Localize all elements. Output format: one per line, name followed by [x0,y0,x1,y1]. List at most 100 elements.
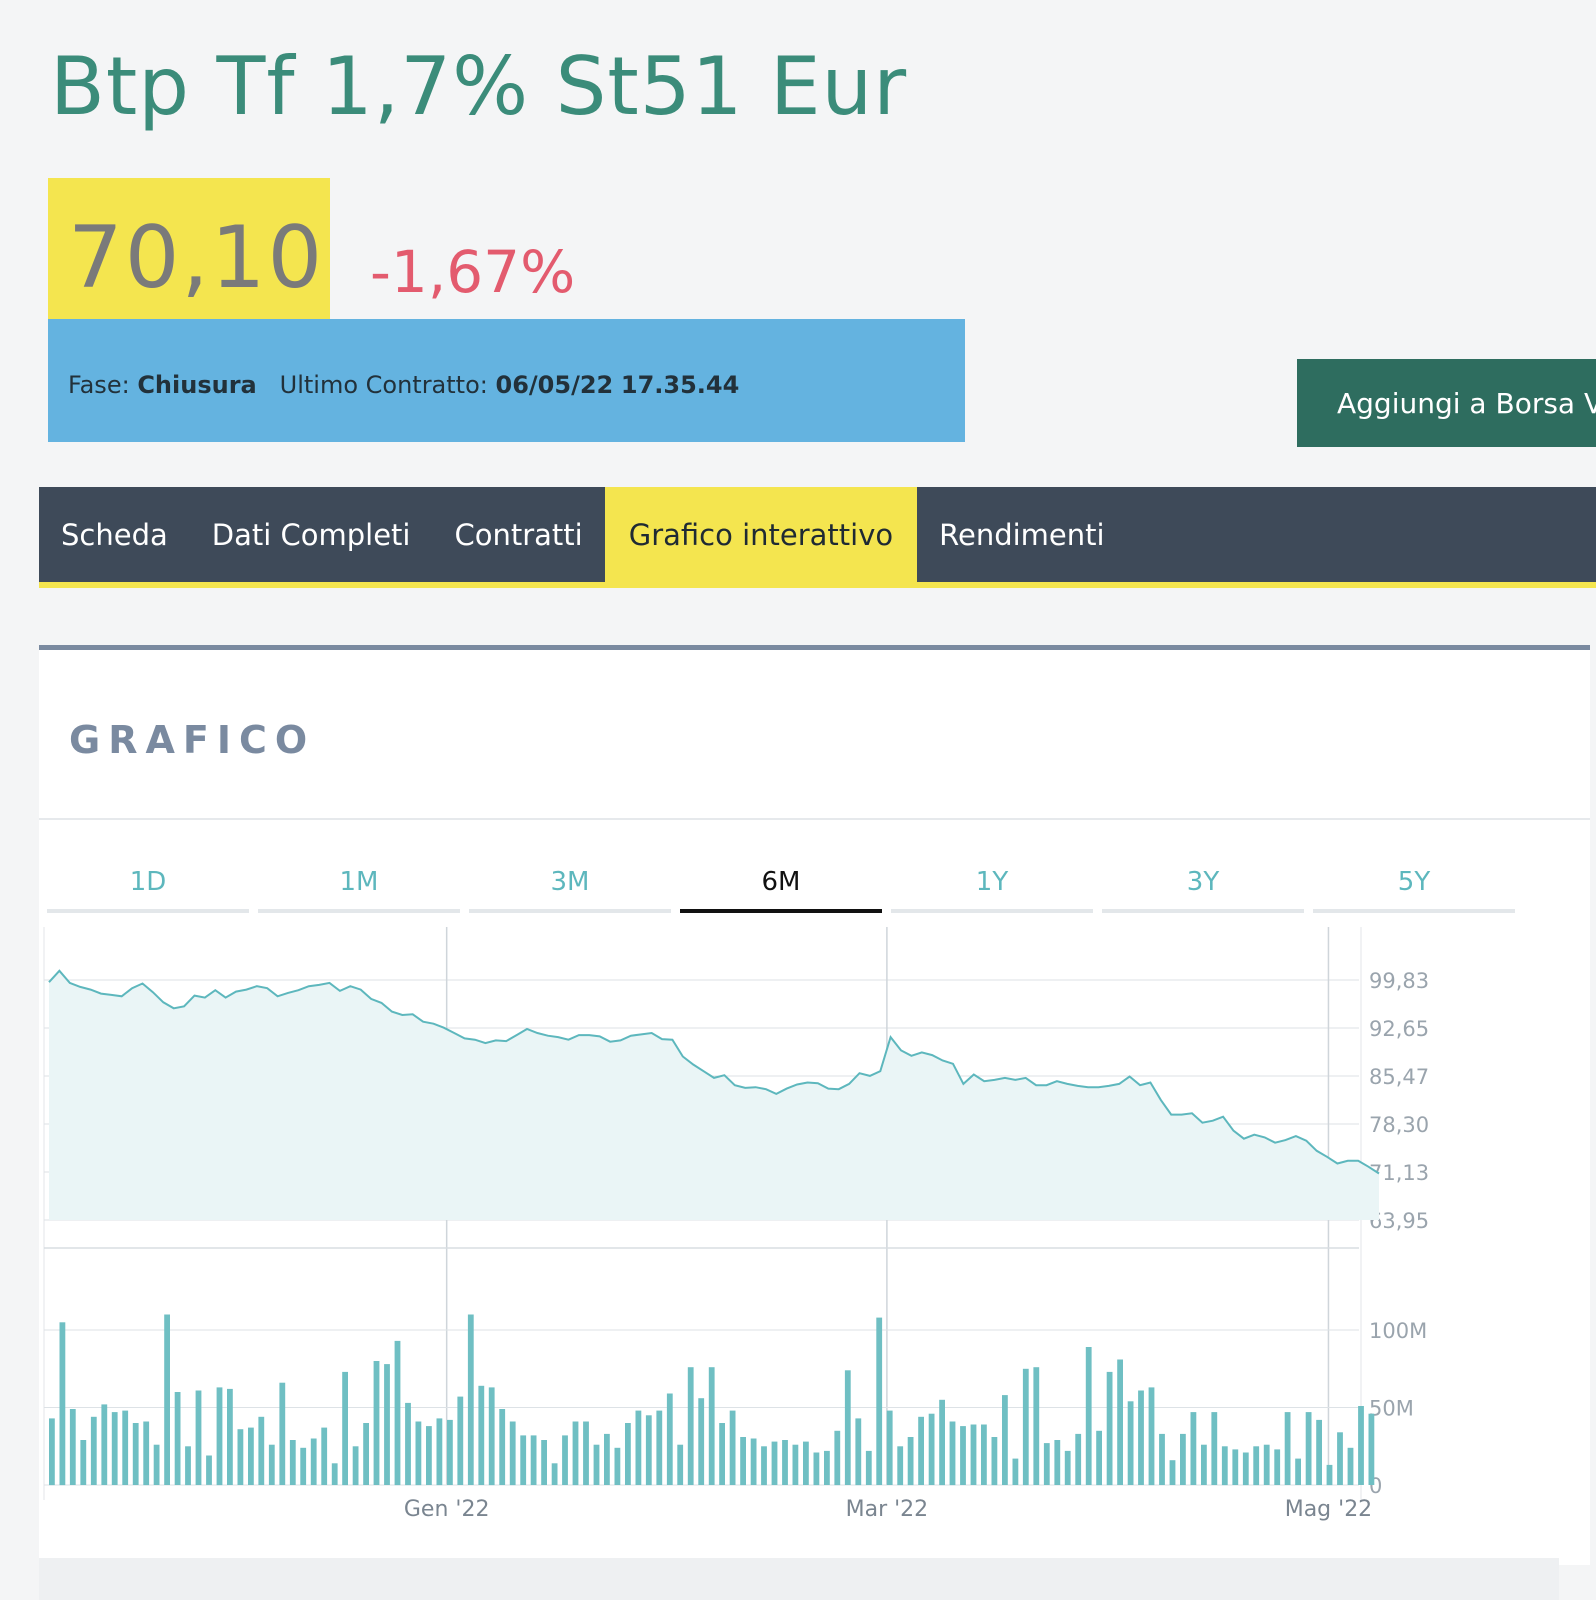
tab-rendimenti[interactable]: Rendimenti [917,487,1126,582]
volume-bar [1316,1419,1322,1485]
volume-bar [342,1371,348,1486]
volume-bar [551,1463,558,1485]
volume-bar [415,1421,422,1486]
volume-bar [918,1416,924,1485]
volume-bar [1274,1449,1281,1485]
volume-bar [1127,1401,1134,1485]
volume-bar [143,1421,150,1486]
volume-bar [1085,1347,1092,1485]
volume-bar [824,1450,830,1485]
volume-bar [279,1382,286,1485]
volume-bar [436,1418,443,1486]
price-tick-label: 92,65 [1369,1017,1429,1041]
volume-bar [782,1440,788,1485]
volume-bar [792,1444,799,1485]
volume-bar [1337,1432,1343,1485]
volume-bar [583,1421,589,1486]
volume-bar [122,1410,129,1485]
tab-bar: Scheda Dati Completi Contratti Grafico i… [39,487,1596,588]
volume-bar [666,1393,673,1485]
volume-bar [206,1455,212,1485]
volume-bar [1284,1412,1291,1485]
add-to-portfolio-button[interactable]: Aggiungi a Borsa V [1297,359,1596,447]
volume-bar [656,1410,663,1485]
price-tick-label: 99,83 [1369,969,1429,993]
volume-bar [771,1441,778,1485]
volume-bar [457,1396,464,1485]
volume-bar [1148,1387,1155,1486]
price-box: 70,10 [48,178,330,321]
last-price: 70,10 [68,208,325,308]
volume-bar [761,1446,767,1486]
volume-bar [363,1423,369,1485]
volume-bar [813,1452,820,1486]
volume-bar [1096,1430,1102,1486]
volume-bar [478,1385,485,1485]
volume-bar [216,1387,223,1486]
footer-strip [39,1558,1559,1600]
volume-bar [289,1440,296,1485]
volume-bar [949,1421,956,1486]
volume-bar [844,1370,851,1485]
volume-bar [384,1364,390,1485]
status-bar: Fase: Chiusura Ultimo Contratto: 06/05/2… [48,319,965,442]
volume-bar [541,1440,547,1485]
volume-bar [907,1437,914,1486]
volume-tick-label: 100M [1369,1319,1427,1343]
volume-bar [1263,1444,1270,1485]
volume-bar [729,1410,736,1485]
volume-bar [1221,1446,1228,1486]
tab-grafico-interattivo[interactable]: Grafico interattivo [604,487,918,582]
volume-bar [153,1444,160,1485]
volume-bar [719,1423,725,1485]
tab-scheda[interactable]: Scheda [39,487,190,582]
volume-bar [645,1415,652,1486]
volume-bar [614,1447,621,1485]
volume-bar [740,1437,746,1486]
volume-bar [467,1314,474,1485]
volume-bar [876,1317,883,1485]
volume-bar [928,1413,935,1485]
phase-value: Chiusura [137,371,257,399]
price-volume-chart[interactable]: 99,8392,6585,4778,3071,1363,95Gen '22 Mar… [39,650,1590,1565]
volume-bar [687,1367,694,1485]
volume-bar [174,1392,181,1485]
volume-bar [750,1438,757,1485]
volume-bar [499,1409,506,1485]
volume-bar [1201,1444,1207,1485]
volume-bar [258,1416,265,1485]
tab-dati-completi[interactable]: Dati Completi [190,487,433,582]
volume-bar [530,1435,537,1485]
volume-bar [447,1419,453,1485]
volume-bar [562,1435,568,1485]
volume-bar [49,1418,55,1486]
volume-bar [1211,1412,1218,1485]
tab-contratti[interactable]: Contratti [433,487,605,582]
volume-bar [1347,1447,1354,1485]
volume-bar [237,1429,244,1485]
volume-bar [101,1404,108,1485]
volume-bar [80,1440,87,1485]
volume-bar [1368,1413,1375,1485]
phase-label: Fase: [68,371,130,399]
page-title: Btp Tf 1,7% St51 Eur [50,40,908,133]
volume-bar [352,1446,359,1486]
volume-bar [970,1424,977,1485]
chart-panel: GRAFICO 1D 1M 3M 6M 1Y 3Y 5Y 99,83 92,65 8… [39,645,1590,1565]
volume-bar [981,1424,987,1485]
x-axis-label: Mar '22 [846,1497,929,1522]
volume-bar [886,1410,893,1485]
volume-bar [1002,1395,1008,1485]
price-change: -1,67% [370,238,576,306]
volume-bar [373,1361,380,1485]
volume-tick-label: 50M [1369,1397,1414,1421]
volume-bar [572,1421,579,1486]
volume-bar [991,1437,998,1486]
volume-bar [834,1430,841,1486]
volume-bar [1159,1433,1165,1485]
volume-bar [677,1444,684,1485]
volume-bar [1169,1460,1176,1485]
volume-bar [90,1416,97,1485]
volume-bar [1117,1359,1123,1485]
volume-bar [227,1388,233,1485]
